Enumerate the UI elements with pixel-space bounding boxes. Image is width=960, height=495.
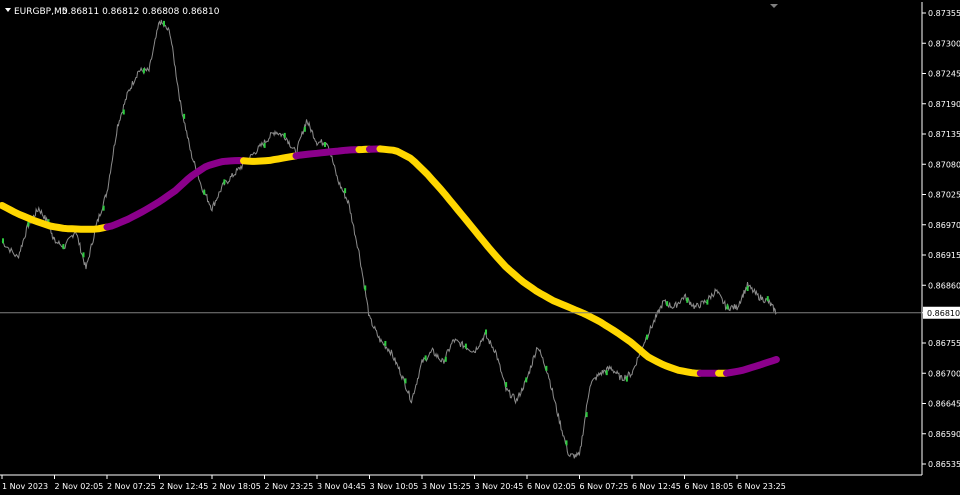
bull-tick (766, 296, 769, 302)
bull-tick (2, 238, 4, 244)
bull-tick (666, 301, 669, 307)
price-tick-label: 0.87025 (928, 191, 960, 200)
price-tick-label: 0.86700 (928, 369, 960, 378)
time-tick-label: 2 Nov 07:25 (107, 482, 156, 491)
bull-tick (525, 377, 528, 383)
time-tick-label: 6 Nov 07:25 (580, 482, 629, 491)
bull-tick (324, 142, 326, 148)
time-tick-label: 2 Nov 23:25 (265, 482, 314, 491)
bull-tick (183, 113, 186, 119)
bull-tick (263, 142, 266, 148)
bull-tick (62, 244, 65, 250)
price-tick-label: 0.86970 (928, 221, 960, 230)
price-tick-label: 0.86860 (928, 281, 960, 290)
bull-tick (203, 189, 206, 195)
chart-title: EURGBP,M5 0.86811 0.86812 0.86808 0.8681… (5, 7, 220, 17)
time-tick-label: 6 Nov 12:45 (632, 482, 681, 491)
time-tick-label: 3 Nov 15:25 (422, 482, 471, 491)
time-tick-label: 2 Nov 18:05 (212, 482, 261, 491)
price-tick-label: 0.86645 (928, 400, 960, 409)
price-tick-label: 0.86915 (928, 251, 960, 260)
bull-tick (364, 285, 367, 291)
ohlc-values: 0.86811 0.86812 0.86808 0.86810 (62, 7, 220, 17)
time-tick-label: 6 Nov 02:05 (527, 482, 576, 491)
bull-tick (424, 355, 427, 361)
bull-tick (444, 356, 447, 362)
time-tick-label: 3 Nov 20:45 (475, 482, 524, 491)
bull-tick (545, 365, 548, 371)
price-tick-label: 0.87245 (928, 70, 960, 79)
bull-tick (142, 68, 145, 74)
symbol-label: EURGBP,M5 (14, 7, 67, 17)
bull-tick (464, 343, 467, 349)
bull-tick (122, 109, 125, 115)
current-price-marker: 0.86810 (923, 306, 960, 319)
bull-tick (605, 370, 608, 376)
bull-tick (485, 329, 487, 335)
current-price-label: 0.86810 (927, 309, 960, 318)
bull-tick (565, 440, 568, 446)
price-tick-label: 0.87300 (928, 39, 960, 48)
price-tick-label: 0.86755 (928, 339, 960, 348)
time-tick-label: 6 Nov 23:25 (737, 482, 786, 491)
bull-tick (384, 340, 387, 346)
bull-tick (102, 205, 105, 211)
time-tick-label: 3 Nov 10:05 (370, 482, 419, 491)
price-tick-label: 0.87135 (928, 130, 960, 139)
bull-tick (344, 188, 347, 194)
bull-tick (303, 126, 306, 132)
bull-tick (706, 299, 709, 305)
bull-tick (585, 412, 588, 418)
bull-tick (686, 297, 689, 303)
bull-tick (505, 382, 508, 388)
bull-tick (646, 334, 648, 340)
time-tick-label: 1 Nov 2023 (2, 482, 48, 491)
bull-tick (625, 376, 628, 382)
bull-tick (82, 252, 85, 258)
time-tick-label: 6 Nov 18:05 (685, 482, 734, 491)
bull-tick (163, 20, 165, 26)
time-tick-label: 2 Nov 02:05 (55, 482, 104, 491)
time-tick-label: 2 Nov 12:45 (160, 482, 209, 491)
bull-tick (746, 286, 749, 292)
price-tick-label: 0.86590 (928, 430, 960, 439)
bull-tick (404, 378, 407, 384)
price-tick-label: 0.86535 (928, 460, 960, 469)
bull-tick (223, 179, 226, 185)
time-tick-label: 3 Nov 04:45 (317, 482, 366, 491)
bull-tick (726, 304, 729, 310)
price-tick-label: 0.87190 (928, 100, 960, 109)
price-chart[interactable]: EURGBP,M5 0.86811 0.86812 0.86808 0.8681… (0, 0, 960, 495)
price-tick-label: 0.87080 (928, 160, 960, 169)
price-tick-label: 0.87355 (928, 9, 960, 18)
bull-tick (283, 132, 286, 138)
